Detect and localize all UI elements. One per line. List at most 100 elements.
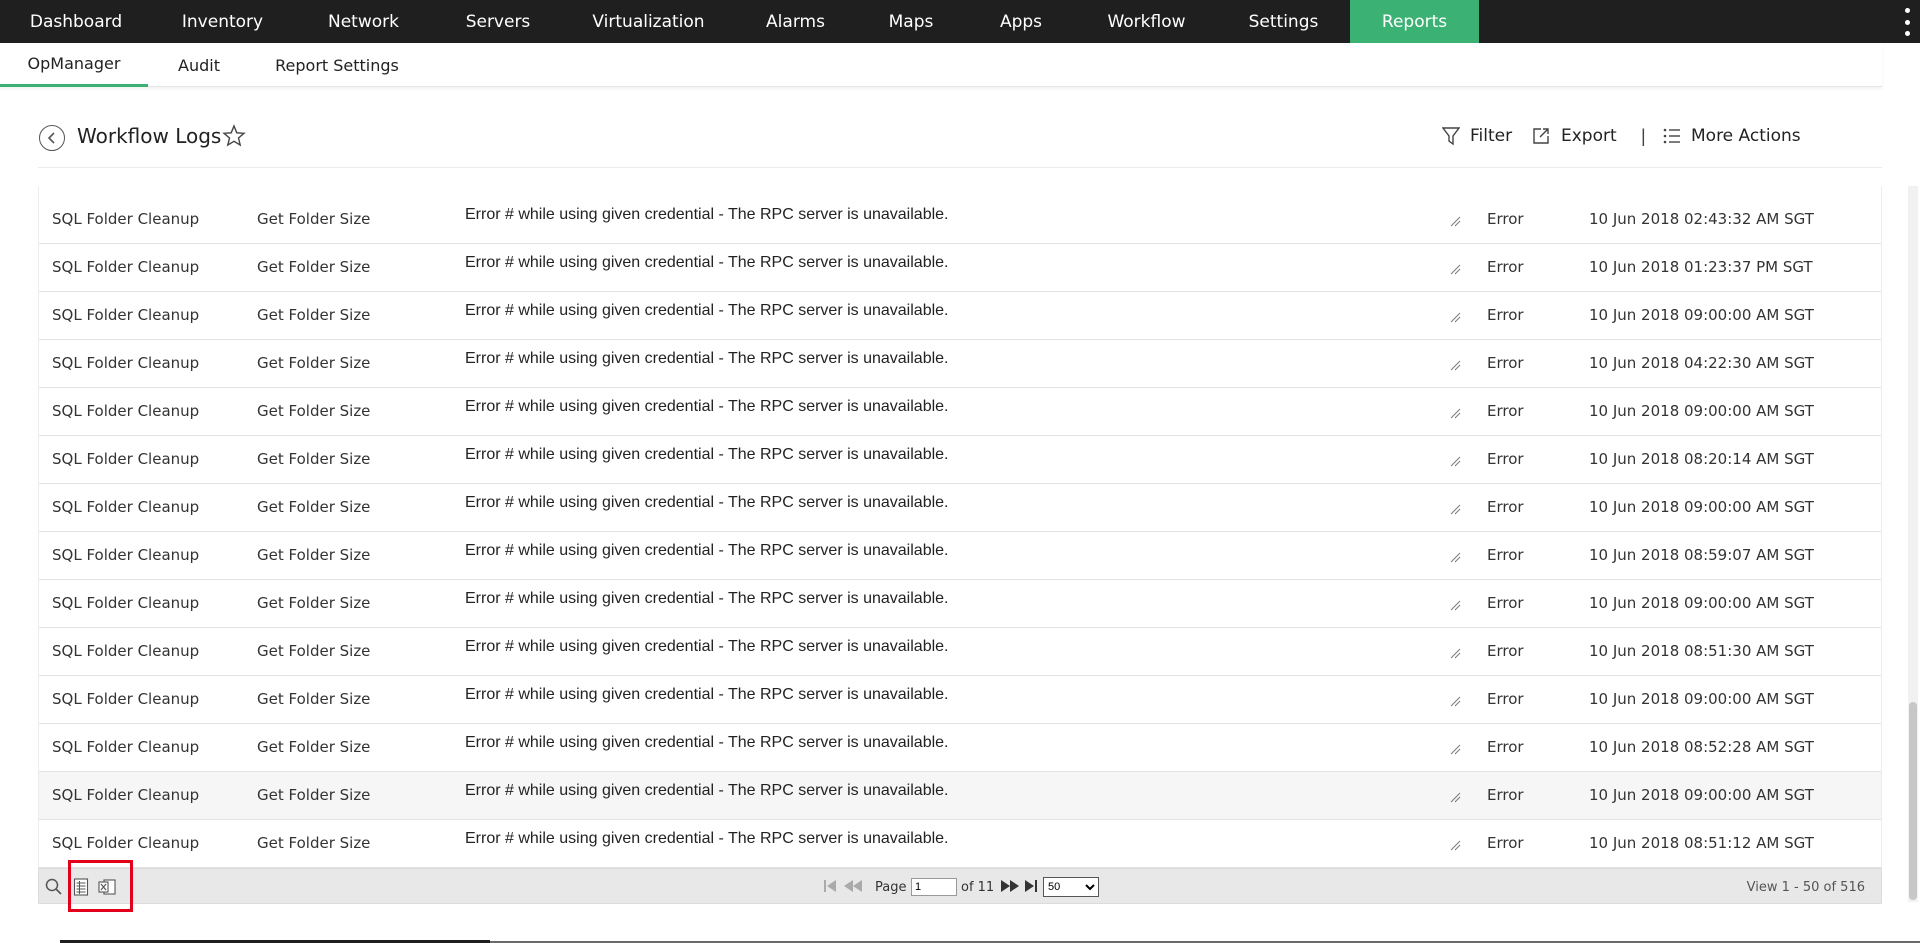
resize-handle-icon[interactable]: [1448, 406, 1462, 420]
table-row[interactable]: SQL Folder Cleanup Get Folder Size Error #…: [39, 436, 1881, 484]
table-row[interactable]: SQL Folder Cleanup Get Folder Size Error #…: [39, 196, 1881, 244]
nav-network[interactable]: Network: [293, 0, 434, 43]
tab-report-settings[interactable]: Report Settings: [270, 43, 404, 87]
workflow-name-cell: SQL Folder Cleanup: [52, 642, 200, 660]
workflow-name-cell: SQL Folder Cleanup: [52, 786, 200, 804]
status-cell: Error: [1487, 258, 1524, 276]
table-row[interactable]: SQL Folder Cleanup Get Folder Size Error #…: [39, 484, 1881, 532]
timestamp-cell: 10 Jun 2018 02:43:32 AM SGT: [1589, 210, 1814, 228]
export-button[interactable]: Export: [1531, 126, 1617, 146]
page-number-input[interactable]: [911, 878, 957, 896]
message-cell: Error # while using given credential - T…: [465, 830, 949, 847]
timestamp-cell: 10 Jun 2018 09:00:00 AM SGT: [1589, 690, 1814, 708]
resize-handle-icon[interactable]: [1448, 262, 1462, 276]
resize-handle-icon[interactable]: [1448, 790, 1462, 804]
workflow-name-cell: SQL Folder Cleanup: [52, 738, 200, 756]
export-icon: [1531, 126, 1551, 146]
nav-apps[interactable]: Apps: [966, 0, 1076, 43]
nav-workflow[interactable]: Workflow: [1076, 0, 1217, 43]
tab-opmanager[interactable]: OpManager: [0, 43, 148, 87]
table-row[interactable]: SQL Folder Cleanup Get Folder Size Error #…: [39, 532, 1881, 580]
workflow-name-cell: SQL Folder Cleanup: [52, 210, 200, 228]
table-row[interactable]: SQL Folder Cleanup Get Folder Size Error #…: [39, 676, 1881, 724]
status-cell: Error: [1487, 354, 1524, 372]
timestamp-cell: 10 Jun 2018 01:23:37 PM SGT: [1589, 258, 1813, 276]
message-cell: Error # while using given credential - T…: [465, 206, 949, 223]
next-page-icon[interactable]: [1000, 879, 1020, 893]
table-row[interactable]: SQL Folder Cleanup Get Folder Size Error #…: [39, 292, 1881, 340]
status-cell: Error: [1487, 546, 1524, 564]
workflow-name-cell: SQL Folder Cleanup: [52, 498, 200, 516]
status-cell: Error: [1487, 450, 1524, 468]
resize-handle-icon[interactable]: [1448, 598, 1462, 612]
resize-handle-icon[interactable]: [1448, 646, 1462, 660]
nav-alarms[interactable]: Alarms: [735, 0, 856, 43]
filter-button[interactable]: Filter: [1442, 126, 1512, 146]
table-row[interactable]: SQL Folder Cleanup Get Folder Size Error #…: [39, 340, 1881, 388]
message-cell: Error # while using given credential - T…: [465, 446, 949, 463]
nav-servers[interactable]: Servers: [434, 0, 562, 43]
resize-handle-icon[interactable]: [1448, 742, 1462, 756]
task-name-cell: Get Folder Size: [257, 402, 371, 420]
view-range-text: View 1 - 50 of 516: [1746, 880, 1865, 895]
workflow-name-cell: SQL Folder Cleanup: [52, 402, 200, 420]
nav-reports[interactable]: Reports: [1350, 0, 1479, 43]
nav-maps[interactable]: Maps: [856, 0, 966, 43]
status-cell: Error: [1487, 498, 1524, 516]
page-title: Workflow Logs: [77, 124, 222, 148]
back-button[interactable]: [39, 125, 65, 151]
table-row[interactable]: SQL Folder Cleanup Get Folder Size Error #…: [39, 724, 1881, 772]
table-row[interactable]: SQL Folder Cleanup Get Folder Size Error #…: [39, 772, 1881, 820]
more-menu-icon[interactable]: [1902, 8, 1912, 36]
resize-handle-icon[interactable]: [1448, 454, 1462, 468]
table-row[interactable]: SQL Folder Cleanup Get Folder Size Error #…: [39, 388, 1881, 436]
last-page-icon[interactable]: [1024, 879, 1038, 893]
page-size-select[interactable]: 50: [1043, 877, 1099, 897]
table-row[interactable]: SQL Folder Cleanup Get Folder Size Error #…: [39, 244, 1881, 292]
timestamp-cell: 10 Jun 2018 09:00:00 AM SGT: [1589, 498, 1814, 516]
table-row[interactable]: SQL Folder Cleanup Get Folder Size Error #…: [39, 628, 1881, 676]
resize-handle-icon[interactable]: [1448, 502, 1462, 516]
workflow-name-cell: SQL Folder Cleanup: [52, 834, 200, 852]
task-name-cell: Get Folder Size: [257, 498, 371, 516]
task-name-cell: Get Folder Size: [257, 210, 371, 228]
resize-handle-icon[interactable]: [1448, 214, 1462, 228]
resize-handle-icon[interactable]: [1448, 838, 1462, 852]
nav-settings[interactable]: Settings: [1217, 0, 1350, 43]
task-name-cell: Get Folder Size: [257, 834, 371, 852]
vertical-scrollbar[interactable]: [1908, 186, 1918, 902]
table-row[interactable]: SQL Folder Cleanup Get Folder Size Error #…: [39, 580, 1881, 628]
filter-label: Filter: [1470, 126, 1513, 146]
task-name-cell: Get Folder Size: [257, 642, 371, 660]
resize-handle-icon[interactable]: [1448, 358, 1462, 372]
message-cell: Error # while using given credential - T…: [465, 590, 949, 607]
message-cell: Error # while using given credential - T…: [465, 494, 949, 511]
timestamp-cell: 10 Jun 2018 08:52:28 AM SGT: [1589, 738, 1814, 756]
nav-virtualization[interactable]: Virtualization: [562, 0, 735, 43]
previous-page-icon[interactable]: [843, 879, 863, 893]
timestamp-cell: 10 Jun 2018 08:51:30 AM SGT: [1589, 642, 1814, 660]
message-cell: Error # while using given credential - T…: [465, 542, 949, 559]
star-icon[interactable]: [222, 124, 246, 148]
resize-handle-icon[interactable]: [1448, 310, 1462, 324]
filter-icon: [1442, 126, 1460, 146]
tab-audit[interactable]: Audit: [158, 43, 240, 87]
status-cell: Error: [1487, 594, 1524, 612]
message-cell: Error # while using given credential - T…: [465, 302, 949, 319]
nav-dashboard[interactable]: Dashboard: [0, 0, 152, 43]
table-row[interactable]: SQL Folder Cleanup Get Folder Size Error #…: [39, 820, 1881, 868]
workflow-name-cell: SQL Folder Cleanup: [52, 450, 200, 468]
message-cell: Error # while using given credential - T…: [465, 734, 949, 751]
message-cell: Error # while using given credential - T…: [465, 398, 949, 415]
status-cell: Error: [1487, 834, 1524, 852]
more-actions-button[interactable]: More Actions: [1663, 126, 1801, 146]
first-page-icon[interactable]: [823, 879, 837, 893]
search-icon[interactable]: [45, 878, 63, 896]
resize-handle-icon[interactable]: [1448, 550, 1462, 564]
task-name-cell: Get Folder Size: [257, 306, 371, 324]
message-cell: Error # while using given credential - T…: [465, 686, 949, 703]
scrollbar-thumb[interactable]: [1909, 702, 1917, 900]
nav-inventory[interactable]: Inventory: [152, 0, 293, 43]
task-name-cell: Get Folder Size: [257, 258, 371, 276]
resize-handle-icon[interactable]: [1448, 694, 1462, 708]
